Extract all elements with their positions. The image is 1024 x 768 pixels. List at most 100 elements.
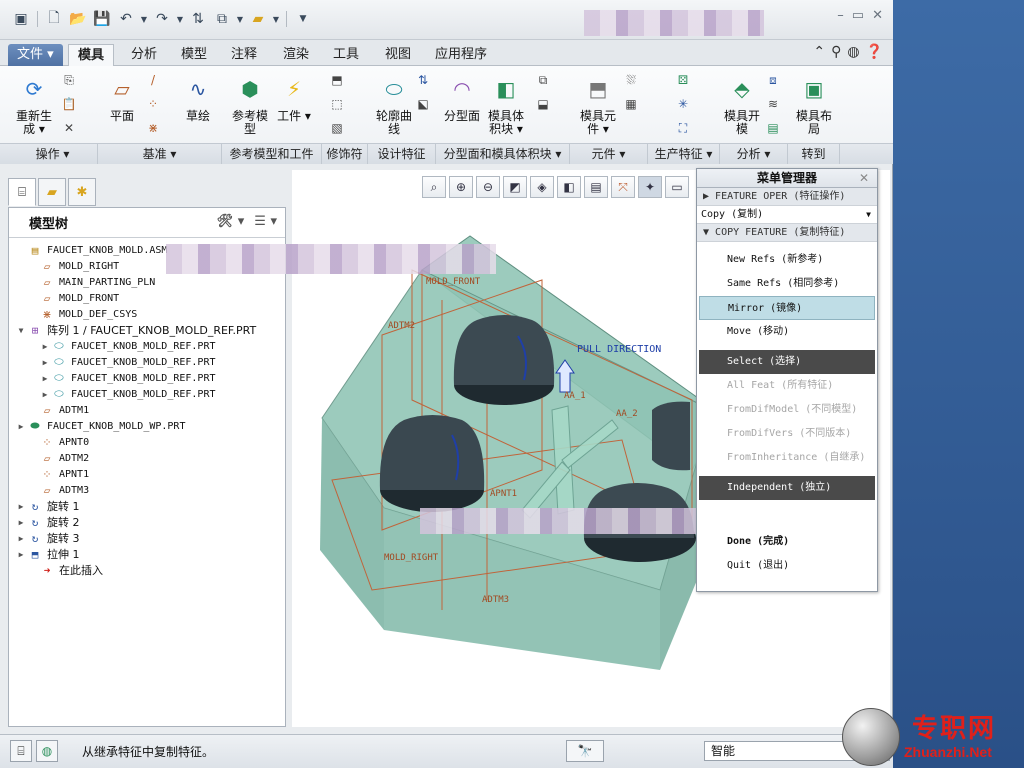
point-icon[interactable]: ⁘	[144, 96, 162, 112]
silhouette-button[interactable]: ⬭ 轮廓曲线	[374, 72, 414, 136]
windows-dropdown-icon[interactable]: ▼	[235, 8, 245, 30]
copy-dropdown[interactable]: Copy (复制) ▼	[697, 206, 877, 224]
display-style-icon[interactable]: ◧	[557, 176, 581, 198]
group-production[interactable]: 生产特征 ▾	[648, 144, 720, 164]
parting-surface-button[interactable]: ◠ 分型面	[444, 72, 480, 123]
expand-toggle-icon[interactable]: ▶	[39, 358, 51, 367]
tab-render[interactable]: 渲染	[274, 44, 318, 66]
annotation-display-icon[interactable]: ▭	[665, 176, 689, 198]
tab-file[interactable]: 文件 ▾	[8, 44, 63, 66]
sketch-button[interactable]: ∿ 草绘	[180, 72, 216, 123]
tree-row[interactable]: ⁘ APNT1	[9, 466, 285, 482]
tree-row[interactable]: ▶ ⬬ FAUCET_KNOB_MOLD_WP.PRT	[9, 418, 285, 434]
tree-row[interactable]: ▶ ⬭ FAUCET_KNOB_MOLD_REF.PRT	[9, 386, 285, 402]
tree-row[interactable]: ▱ ADTM2	[9, 450, 285, 466]
group-components[interactable]: 元件 ▾	[570, 144, 648, 164]
tree-row[interactable]: ▱ ADTM1	[9, 402, 285, 418]
tree-row[interactable]: ▼ ⊞ 阵列 1 / FAUCET_KNOB_MOLD_REF.PRT	[9, 322, 285, 338]
mold-open-button[interactable]: ⬘ 模具开模	[724, 72, 760, 136]
tab-tools[interactable]: 工具	[324, 44, 368, 66]
menu-item-quit[interactable]: Quit (退出)	[699, 554, 875, 578]
tab-analysis[interactable]: 分析	[122, 44, 166, 66]
expand-toggle-icon[interactable]: ▶	[15, 422, 27, 431]
saved-views-icon[interactable]: ◈	[530, 176, 554, 198]
workpiece-button[interactable]: ⚡ 工件 ▾	[276, 72, 312, 123]
csys-icon[interactable]: ⋇	[144, 120, 162, 136]
gate-icon[interactable]: ⛶	[674, 120, 692, 136]
find-icon[interactable]: 🔭	[566, 740, 604, 762]
tab-view[interactable]: 视图	[376, 44, 420, 66]
group-parting[interactable]: 分型面和模具体积块 ▾	[436, 144, 570, 164]
zoom-out-icon[interactable]: ⊖	[476, 176, 500, 198]
close-icon[interactable]: ✕	[859, 169, 869, 188]
redo-dropdown-icon[interactable]: ▼	[175, 8, 185, 30]
tree-settings-icon[interactable]: 🛠 ▾	[217, 214, 245, 229]
maximize-icon[interactable]: ▭	[852, 8, 864, 23]
shrink-icon[interactable]: ⬚	[328, 96, 346, 112]
tree-row[interactable]: ▶ ↻ 旋转 2	[9, 514, 285, 530]
help-icon[interactable]: ❓	[866, 44, 883, 60]
menu-item-same-refs[interactable]: Same Refs (相同参考)	[699, 272, 875, 296]
zoom-in-icon[interactable]: ⊕	[449, 176, 473, 198]
delete-icon[interactable]: ✕	[60, 120, 78, 136]
folder-dropdown-icon[interactable]: ▼	[271, 8, 281, 30]
menu-item-done[interactable]: Done (完成)	[699, 530, 875, 554]
view-manager-icon[interactable]: ▤	[584, 176, 608, 198]
spin-center-icon[interactable]: ✦	[638, 176, 662, 198]
axis-icon[interactable]: /	[144, 72, 162, 88]
tree-row[interactable]: ▱ MOLD_FRONT	[9, 290, 285, 306]
menu-item-select[interactable]: Select (选择)	[699, 350, 875, 374]
feature-oper-header[interactable]: ▶ FEATURE OPER (特征操作)	[697, 188, 877, 206]
tree-row[interactable]: ▱ ADTM3	[9, 482, 285, 498]
tree-row[interactable]: ⋇ MOLD_DEF_CSYS	[9, 306, 285, 322]
mold-component-button[interactable]: ⬒ 模具元件 ▾	[576, 72, 620, 136]
projected-area-icon[interactable]: ▤	[764, 120, 782, 136]
skirt-icon[interactable]: ⬕	[414, 96, 432, 112]
draft-check-icon[interactable]: ⧈	[764, 72, 782, 88]
windows-icon[interactable]: ⧉	[211, 8, 233, 30]
runner-icon[interactable]: ⚄	[674, 72, 692, 88]
tab-mold[interactable]: 模具	[68, 44, 115, 66]
menu-item-mirror[interactable]: Mirror (镜像)	[699, 296, 875, 320]
regenerate-icon[interactable]: ⇅	[187, 8, 209, 30]
regenerate-button[interactable]: ⟳ 重新生成 ▾	[12, 72, 56, 136]
draft-icon[interactable]: ⬒	[328, 72, 346, 88]
new-icon[interactable]: 🗋	[43, 8, 65, 30]
tab-applications[interactable]: 应用程序	[426, 44, 496, 66]
menu-item-new-refs[interactable]: New Refs (新参考)	[699, 248, 875, 272]
tree-row[interactable]: ▶ ↻ 旋转 3	[9, 530, 285, 546]
app-icon[interactable]: ▣	[10, 8, 32, 30]
tree-row[interactable]: ▶ ⬭ FAUCET_KNOB_MOLD_REF.PRT	[9, 370, 285, 386]
minimize-icon[interactable]: –	[837, 8, 844, 23]
redo-icon[interactable]: ↷	[151, 8, 173, 30]
expand-toggle-icon[interactable]: ▶	[15, 534, 27, 543]
plane-button[interactable]: ▱ 平面	[104, 72, 140, 123]
group-analysis[interactable]: 分析 ▾	[720, 144, 788, 164]
menu-item-move[interactable]: Move (移动)	[699, 320, 875, 344]
save-icon[interactable]: 💾	[91, 8, 113, 30]
expand-toggle-icon[interactable]: ▼	[15, 326, 27, 335]
tree-row[interactable]: ▶ ⬒ 拉伸 1	[9, 546, 285, 562]
split-icon[interactable]: ⧉	[534, 72, 552, 88]
open-icon[interactable]: 📂	[67, 8, 89, 30]
tab-annotate[interactable]: 注释	[222, 44, 266, 66]
mold-volume-button[interactable]: ◧ 模具体积块 ▾	[484, 72, 528, 136]
tree-row[interactable]: ▶ ⬭ FAUCET_KNOB_MOLD_REF.PRT	[9, 338, 285, 354]
thickness-check-icon[interactable]: ≋	[764, 96, 782, 112]
repaint-icon[interactable]: ◩	[503, 176, 527, 198]
waterline-icon[interactable]: ✳	[674, 96, 692, 112]
tree-columns-icon[interactable]: ☰ ▾	[254, 214, 277, 229]
tab-model[interactable]: 模型	[172, 44, 216, 66]
tree-row[interactable]: ⁘ APNT0	[9, 434, 285, 450]
tree-row[interactable]: ▶ ⬭ FAUCET_KNOB_MOLD_REF.PRT	[9, 354, 285, 370]
expand-toggle-icon[interactable]: ▶	[39, 342, 51, 351]
shut-off-icon[interactable]: ⇅	[414, 72, 432, 88]
undo-icon[interactable]: ↶	[115, 8, 137, 30]
casting-icon[interactable]: ⛆	[622, 72, 640, 88]
group-operations[interactable]: 操作 ▾	[8, 144, 98, 164]
mold-layout-button[interactable]: ▣ 模具布局	[794, 72, 834, 136]
molding-icon[interactable]: ▦	[622, 96, 640, 112]
expand-toggle-icon[interactable]: ▶	[39, 390, 51, 399]
datum-display-icon[interactable]: ⤧	[611, 176, 635, 198]
volume-split-icon[interactable]: ⬓	[534, 96, 552, 112]
